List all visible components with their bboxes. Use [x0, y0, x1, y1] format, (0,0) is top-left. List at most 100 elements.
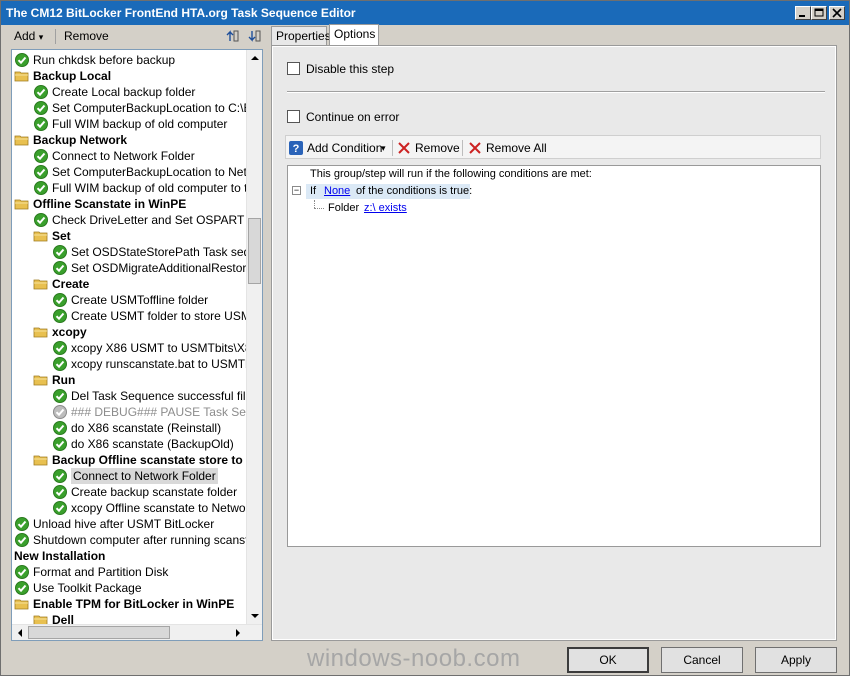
add-button[interactable]: Add ▾ [11, 27, 46, 45]
tree-step-row[interactable]: do X86 scanstate (BackupOld) [12, 436, 246, 452]
checkmark-icon [53, 293, 67, 307]
task-sequence-tree[interactable]: Run chkdsk before backup Backup Local Crea… [11, 49, 263, 641]
remove-button[interactable]: Remove [61, 27, 112, 45]
tree-vertical-scrollbar[interactable] [246, 50, 262, 624]
conditions-tree[interactable]: This group/step will run if the followin… [287, 165, 821, 547]
maximize-button[interactable] [811, 6, 827, 20]
title-bar[interactable]: The CM12 BitLocker FrontEnd HTA.org Task… [1, 1, 849, 25]
ok-button[interactable]: OK [567, 647, 649, 673]
tree-step-row[interactable]: Connect to Network Folder [12, 468, 246, 484]
move-down-button[interactable] [243, 28, 265, 46]
folder-icon [14, 71, 29, 82]
add-button-label: Add [14, 29, 36, 43]
tree-item-label: Set ComputerBackupLocation to Network [52, 165, 246, 179]
horizontal-scroll-thumb[interactable] [28, 626, 170, 639]
tree-step-row[interactable]: ### DEBUG### PAUSE Task Sequ [12, 404, 246, 420]
disabled-step-icon [53, 405, 67, 419]
tree-group-row[interactable]: Offline Scanstate in WinPE [12, 196, 246, 212]
add-condition-arrow-icon: ▾ [381, 143, 386, 153]
tree-group-row[interactable]: New Installation [12, 548, 246, 564]
if-condition-node[interactable]: If None of the conditions is true: [306, 184, 473, 199]
tree-step-row[interactable]: do X86 scanstate (Reinstall) [12, 420, 246, 436]
scroll-down-button[interactable] [247, 608, 262, 624]
remove-condition-button[interactable]: Remove [397, 139, 460, 157]
tree-item-label: Create backup scanstate folder [71, 485, 238, 499]
tree-toolbar: Add ▾ Remove [9, 27, 264, 47]
tree-step-row[interactable]: xcopy X86 USMT to USMTbits\X86 [12, 340, 246, 356]
if-prefix-text: If [310, 185, 317, 197]
checkmark-icon [53, 485, 67, 499]
tree-group-row[interactable]: Enable TPM for BitLocker in WinPE [12, 596, 246, 612]
tree-step-row[interactable]: Connect to Network Folder [12, 148, 246, 164]
scroll-up-button[interactable] [247, 50, 262, 66]
move-up-button[interactable] [221, 28, 243, 46]
minimize-button[interactable] [795, 6, 811, 20]
tree-step-row[interactable]: Full WIM backup of old computer [12, 116, 246, 132]
checkmark-icon [53, 309, 67, 323]
folder-value-link[interactable]: z:\ exists [364, 202, 407, 214]
collapse-icon[interactable]: − [292, 186, 301, 195]
continue-on-error-checkbox[interactable] [287, 110, 300, 123]
tree-step-row[interactable]: Check DriveLetter and Set OSPART vari [12, 212, 246, 228]
remove-all-conditions-label: Remove All [486, 141, 547, 155]
scroll-left-button[interactable] [12, 625, 28, 640]
tree-step-row[interactable]: Set ComputerBackupLocation to C:\Back [12, 100, 246, 116]
conditions-intro-text: This group/step will run if the followin… [310, 168, 592, 180]
tree-group-row[interactable]: Dell [12, 612, 246, 624]
folder-condition-node[interactable]: Folder z:\ exists [326, 201, 446, 216]
condition-toolbar-separator [392, 140, 393, 156]
if-operator-link[interactable]: None [324, 185, 350, 197]
tab-options[interactable]: Options [329, 24, 379, 46]
tree-step-row[interactable]: Del Task Sequence successful file [12, 388, 246, 404]
apply-button[interactable]: Apply [755, 647, 837, 673]
scroll-right-button[interactable] [230, 625, 246, 640]
tree-item-label: Enable TPM for BitLocker in WinPE [33, 597, 235, 611]
tree-step-row[interactable]: xcopy runscanstate.bat to USMTbits [12, 356, 246, 372]
cancel-button[interactable]: Cancel [661, 647, 743, 673]
help-icon: ? [289, 141, 303, 155]
remove-all-conditions-button[interactable]: Remove All [468, 139, 547, 157]
tree-step-row[interactable]: Full WIM backup of old computer to the N [12, 180, 246, 196]
vertical-scroll-thumb[interactable] [248, 218, 261, 284]
tree-group-row[interactable]: Backup Offline scanstate store to [12, 452, 246, 468]
checkmark-icon [15, 533, 29, 547]
close-button[interactable] [829, 6, 845, 20]
tree-step-row[interactable]: Use Toolkit Package [12, 580, 246, 596]
add-condition-button[interactable]: ? Add Condition ▾ [289, 139, 389, 157]
tree-step-row[interactable]: Set ComputerBackupLocation to Network [12, 164, 246, 180]
tree-group-row[interactable]: Create [12, 276, 246, 292]
tree-group-row[interactable]: Backup Local [12, 68, 246, 84]
collapse-glyph: − [293, 185, 300, 195]
tree-item-label: Dell [52, 613, 75, 624]
tree-rows: Run chkdsk before backup Backup Local Crea… [12, 52, 246, 624]
scroll-down-icon [251, 614, 259, 618]
scroll-up-icon [251, 56, 259, 60]
checkmark-icon [53, 389, 67, 403]
tree-step-row[interactable]: Format and Partition Disk [12, 564, 246, 580]
tree-step-row[interactable]: xcopy Offline scanstate to Network [12, 500, 246, 516]
tree-step-row[interactable]: Set OSDStateStorePath Task seque [12, 244, 246, 260]
tree-item-label: xcopy runscanstate.bat to USMTbits [71, 357, 246, 371]
tree-step-row[interactable]: Create USMToffline folder [12, 292, 246, 308]
tree-group-row[interactable]: Set [12, 228, 246, 244]
tree-item-label: Set ComputerBackupLocation to C:\Back [52, 101, 246, 115]
tree-group-row[interactable]: Backup Network [12, 132, 246, 148]
tree-item-label: do X86 scanstate (Reinstall) [71, 421, 222, 435]
tree-step-row[interactable]: Unload hive after USMT BitLocker [12, 516, 246, 532]
ok-button-label: OK [599, 653, 617, 667]
if-suffix-text: of the conditions is true: [356, 185, 473, 197]
tree-group-row[interactable]: Run [12, 372, 246, 388]
tree-horizontal-scrollbar[interactable] [12, 624, 262, 640]
tree-item-label: Backup Local [33, 69, 112, 83]
tree-step-row[interactable]: Set OSDMigrateAdditionalRestoreOp [12, 260, 246, 276]
disable-step-checkbox[interactable] [287, 62, 300, 75]
tree-step-row[interactable]: Create USMT folder to store USMT p [12, 308, 246, 324]
tree-group-row[interactable]: xcopy [12, 324, 246, 340]
tree-step-row[interactable]: Shutdown computer after running scanstat… [12, 532, 246, 548]
tab-properties[interactable]: Properties [271, 26, 331, 46]
tree-step-row[interactable]: Run chkdsk before backup [12, 52, 246, 68]
tree-item-label: Shutdown computer after running scanstat… [33, 533, 246, 547]
tree-step-row[interactable]: Create Local backup folder [12, 84, 246, 100]
tree-step-row[interactable]: Create backup scanstate folder [12, 484, 246, 500]
tree-item-label: Run [52, 373, 76, 387]
